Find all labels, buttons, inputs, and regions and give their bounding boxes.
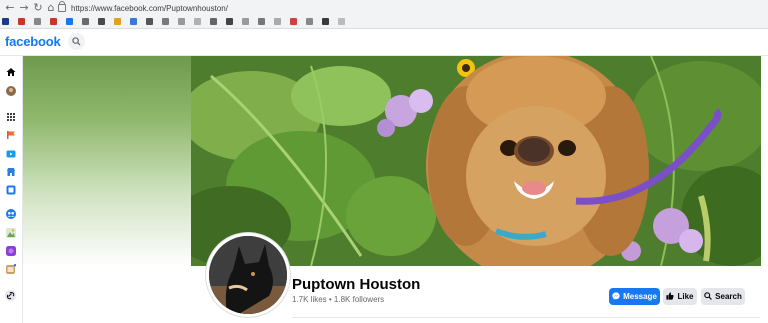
home-icon[interactable]: ⌂: [45, 2, 57, 14]
bookmark-favicon-icon[interactable]: [322, 18, 329, 25]
bookmark-favicon-icon[interactable]: [162, 18, 169, 25]
bookmark-favicon-icon[interactable]: [178, 18, 185, 25]
link-icon[interactable]: [5, 290, 16, 301]
facebook-header: facebook: [0, 29, 768, 56]
message-button-label: Message: [623, 292, 657, 301]
facebook-logo[interactable]: facebook: [5, 34, 61, 49]
pages-flag-icon[interactable]: [5, 129, 16, 140]
messenger-icon: [612, 291, 620, 302]
lock-icon: [58, 1, 66, 12]
page-search-button[interactable]: Search: [701, 288, 745, 305]
page-title: Puptown Houston: [292, 276, 421, 293]
reload-icon[interactable]: ↻: [32, 2, 44, 14]
cover-left-blur: [23, 56, 191, 266]
bookmark-favicon-icon[interactable]: [66, 18, 73, 25]
bookmark-favicon-icon[interactable]: [210, 18, 217, 25]
bookmark-favicon-icon[interactable]: [226, 18, 233, 25]
address-bar[interactable]: https://www.facebook.com/Puptownhouston/: [58, 1, 758, 14]
message-button[interactable]: Message: [609, 288, 660, 305]
search-icon: [704, 291, 712, 302]
browser-chrome: ← → ↻ ⌂ https://www.facebook.com/Puptown…: [0, 0, 768, 29]
bookmark-favicon-icon[interactable]: [338, 18, 345, 25]
left-rail: [0, 56, 23, 323]
bookmark-favicon-icon[interactable]: [130, 18, 137, 25]
like-button[interactable]: Like: [663, 288, 697, 305]
bookmark-favicon-icon[interactable]: [98, 18, 105, 25]
page-stats: 1.7K likes • 1.8K followers: [292, 295, 385, 304]
watch-icon[interactable]: [5, 148, 16, 159]
bookmarks-bar: [2, 17, 345, 26]
profile-divider: [292, 317, 760, 318]
groups-icon[interactable]: [5, 208, 16, 219]
page-search-button-label: Search: [715, 292, 742, 301]
cover-photo[interactable]: [191, 56, 761, 266]
thumbs-up-icon: [666, 291, 675, 302]
shortcut-notification-app-icon[interactable]: [5, 263, 16, 274]
search-icon[interactable]: [68, 33, 85, 50]
page-profile-picture[interactable]: [206, 233, 290, 317]
bookmark-favicon-icon[interactable]: [242, 18, 249, 25]
gaming-icon[interactable]: [5, 184, 16, 195]
bookmark-favicon-icon[interactable]: [146, 18, 153, 25]
forward-icon[interactable]: →: [18, 2, 30, 14]
bookmark-favicon-icon[interactable]: [274, 18, 281, 25]
shortcut-app-icon[interactable]: [5, 227, 16, 238]
home-nav-icon[interactable]: [5, 66, 16, 77]
profile-avatar-icon[interactable]: [5, 85, 16, 96]
back-icon[interactable]: ←: [4, 2, 16, 14]
bookmark-favicon-icon[interactable]: [50, 18, 57, 25]
bookmark-favicon-icon[interactable]: [290, 18, 297, 25]
url-text: https://www.facebook.com/Puptownhouston/: [71, 3, 228, 13]
menu-grid-icon[interactable]: [5, 111, 16, 122]
like-button-label: Like: [677, 292, 694, 301]
marketplace-icon[interactable]: [5, 166, 16, 177]
bookmark-favicon-icon[interactable]: [18, 18, 25, 25]
bookmark-favicon-icon[interactable]: [2, 18, 9, 25]
bookmark-favicon-icon[interactable]: [306, 18, 313, 25]
bookmark-favicon-icon[interactable]: [34, 18, 41, 25]
bookmark-favicon-icon[interactable]: [194, 18, 201, 25]
shortcut-purple-app-icon[interactable]: [5, 245, 16, 256]
bookmark-favicon-icon[interactable]: [114, 18, 121, 25]
bookmark-favicon-icon[interactable]: [82, 18, 89, 25]
bookmark-favicon-icon[interactable]: [258, 18, 265, 25]
